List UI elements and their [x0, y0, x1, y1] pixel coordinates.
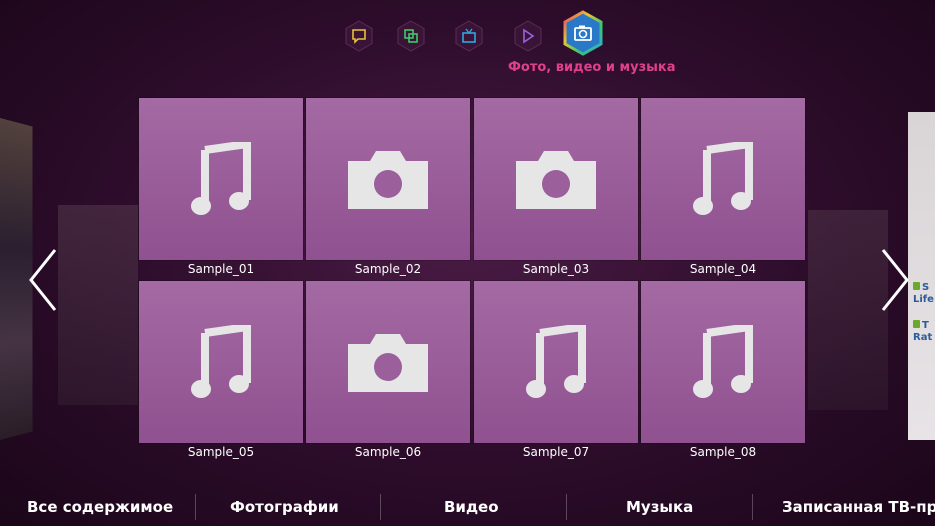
previous-panel-shadow — [58, 205, 138, 405]
chevron-left-icon[interactable] — [28, 248, 58, 312]
camera-icon[interactable] — [563, 10, 603, 56]
tab-all-content[interactable]: Все содержимое — [27, 488, 173, 526]
tab-divider — [195, 494, 196, 520]
media-tile-label: Sample_01 — [187, 262, 255, 276]
media-tile[interactable] — [474, 281, 638, 443]
tab-video[interactable]: Видео — [444, 488, 499, 526]
media-tile-label: Sample_06 — [354, 445, 422, 459]
media-tile-label: Sample_07 — [522, 445, 590, 459]
media-tile-label: Sample_05 — [187, 445, 255, 459]
media-tile[interactable] — [641, 98, 805, 260]
media-tile-label: Sample_03 — [522, 262, 590, 276]
tab-recorded-tv[interactable]: Записанная ТВ-пр — [782, 488, 935, 526]
active-section-caption: Фото, видео и музыка — [508, 60, 676, 75]
camera-icon — [348, 151, 428, 209]
media-tile[interactable] — [474, 98, 638, 260]
camera-icon — [348, 334, 428, 392]
media-tile[interactable] — [306, 281, 470, 443]
next-panel-preview — [908, 112, 935, 440]
tab-divider — [380, 494, 381, 520]
music-note-icon — [693, 325, 753, 398]
lock-icon — [913, 282, 920, 290]
media-tile[interactable] — [139, 281, 303, 443]
media-tile[interactable] — [306, 98, 470, 260]
lock-icon — [913, 320, 920, 328]
apps-icon[interactable] — [397, 20, 425, 52]
tab-divider — [566, 494, 567, 520]
category-tab-bar: Все содержимое Фотографии Видео Музыка З… — [0, 488, 935, 526]
media-tile-label: Sample_08 — [689, 445, 757, 459]
media-tile-label: Sample_04 — [689, 262, 757, 276]
music-note-icon — [191, 142, 251, 215]
top-navigation: Фото, видео и музыка — [0, 10, 935, 75]
next-panel-item: S Life — [913, 282, 934, 305]
music-note-icon — [693, 142, 753, 215]
camera-icon — [516, 151, 596, 209]
music-note-icon — [526, 325, 586, 398]
next-panel-item: T Rat — [913, 320, 933, 343]
tab-music[interactable]: Музыка — [626, 488, 693, 526]
play-icon[interactable] — [514, 20, 542, 52]
next-panel-shadow — [808, 210, 888, 410]
tab-photos[interactable]: Фотографии — [230, 488, 339, 526]
music-note-icon — [191, 325, 251, 398]
media-tile-label: Sample_02 — [354, 262, 422, 276]
chat-icon[interactable] — [345, 20, 373, 52]
tv-icon[interactable] — [455, 20, 483, 52]
media-tile[interactable] — [139, 98, 303, 260]
chevron-right-icon[interactable] — [880, 248, 910, 312]
tab-divider — [752, 494, 753, 520]
media-tile[interactable] — [641, 281, 805, 443]
